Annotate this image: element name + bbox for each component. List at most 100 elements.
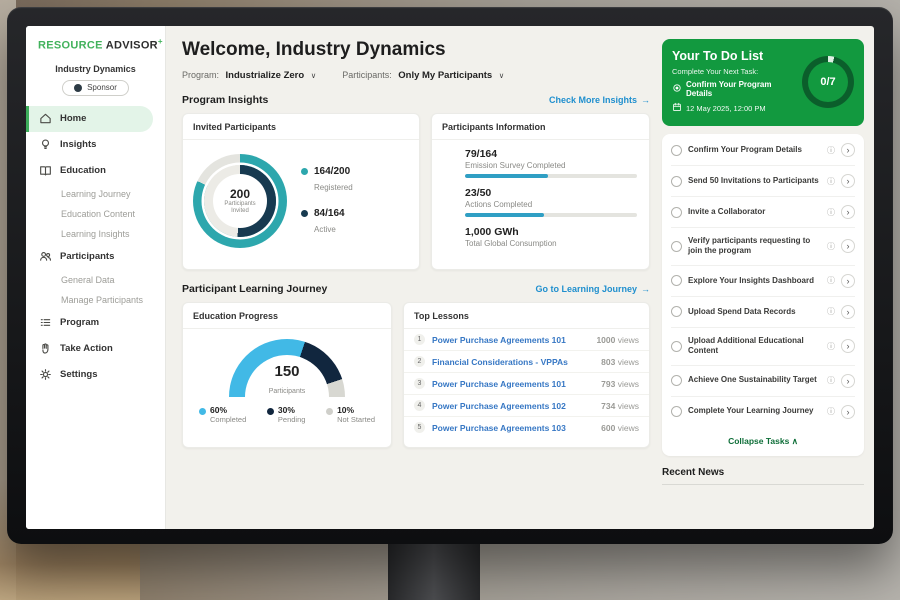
lesson-row[interactable]: 5 Power Purchase Agreements 103 600 view… [404, 417, 649, 438]
info-card-body: 79/164 Emission Survey Completed 23/50 A… [432, 140, 649, 256]
lesson-link[interactable]: Financial Considerations - VPPAs [432, 357, 594, 367]
program-insights-title: Program Insights [182, 94, 268, 106]
task-checkbox[interactable] [671, 341, 682, 352]
info-icon[interactable]: ⓘ [827, 406, 835, 417]
task-label: Upload Additional Educational Content [688, 336, 821, 357]
lesson-link[interactable]: Power Purchase Agreements 103 [432, 423, 594, 433]
participants-filter-dropdown[interactable]: Participants: Only My Participants ∨ [342, 70, 504, 81]
participants-information-card: Participants Information 79/164 Emission… [431, 113, 650, 270]
task-label: Send 50 Invitations to Participants [688, 176, 821, 186]
monitor-bezel: RESOURCE ADVISOR+ Industry Dynamics Spon… [7, 7, 893, 544]
info-icon[interactable]: ⓘ [827, 241, 835, 252]
lesson-link[interactable]: Power Purchase Agreements 102 [432, 401, 594, 411]
participants-filter-value: Only My Participants [398, 70, 492, 81]
task-checkbox[interactable] [671, 406, 682, 417]
go-to-learning-journey-link[interactable]: Go to Learning Journey → [535, 284, 650, 294]
recent-news-heading: Recent News [662, 467, 864, 485]
card-title: Top Lessons [404, 303, 649, 329]
sidebar-item-settings[interactable]: Settings [26, 362, 165, 388]
sidebar-item-learning-journey[interactable]: Learning Journey [26, 184, 165, 204]
task-label: Verify participants requesting to join t… [688, 236, 821, 257]
task-checkbox[interactable] [671, 375, 682, 386]
task-row-upload-spend-data[interactable]: Upload Spend Data Records ⓘ › [671, 297, 855, 328]
task-label: Complete Your Learning Journey [688, 406, 821, 416]
lesson-rank: 5 [414, 422, 425, 433]
todo-list-header-card: Your To Do List Complete Your Next Task:… [662, 39, 864, 126]
task-open-button[interactable]: › [841, 174, 855, 188]
legend-value: 164/200 [314, 166, 353, 177]
info-icon[interactable]: ⓘ [827, 207, 835, 218]
todo-title: Your To Do List [672, 49, 796, 63]
task-row-upload-educational-content[interactable]: Upload Additional Educational Content ⓘ … [671, 328, 855, 366]
task-checkbox[interactable] [671, 241, 682, 252]
task-open-button[interactable]: › [841, 405, 855, 419]
info-icon[interactable]: ⓘ [827, 341, 835, 352]
info-icon[interactable]: ⓘ [827, 306, 835, 317]
lesson-row[interactable]: 2 Financial Considerations - VPPAs 803 v… [404, 351, 649, 373]
lesson-views-value: 793 [601, 379, 615, 389]
sponsor-badge[interactable]: Sponsor [62, 80, 129, 96]
task-row-verify-participants[interactable]: Verify participants requesting to join t… [671, 228, 855, 266]
info-icon[interactable]: ⓘ [827, 176, 835, 187]
card-title: Education Progress [183, 303, 391, 329]
task-open-button[interactable]: › [841, 339, 855, 353]
lesson-row[interactable]: 4 Power Purchase Agreements 102 734 view… [404, 395, 649, 417]
task-checkbox[interactable] [671, 207, 682, 218]
clipboard-icon [444, 150, 457, 163]
task-open-button[interactable]: › [841, 205, 855, 219]
lesson-link[interactable]: Power Purchase Agreements 101 [432, 379, 594, 389]
sidebar-item-education-content[interactable]: Education Content [26, 204, 165, 224]
sidebar-item-take-action[interactable]: Take Action [26, 336, 165, 362]
insights-cards-row: Invited Participants 200 Participants In… [182, 113, 650, 270]
todo-progress-ring: 0/7 [802, 56, 854, 108]
invited-donut-chart: 200 Participants Invited [193, 154, 287, 248]
lesson-views-suffix: views [618, 401, 639, 411]
settings-icon [38, 368, 52, 382]
sidebar-item-label: Home [60, 113, 86, 124]
task-open-button[interactable]: › [841, 239, 855, 253]
sidebar-item-home[interactable]: Home [26, 106, 153, 132]
sidebar-item-education[interactable]: Education [26, 158, 165, 184]
card-title: Participants Information [432, 114, 649, 140]
task-checkbox[interactable] [671, 275, 682, 286]
sidebar-item-participants[interactable]: Participants [26, 244, 165, 270]
donut-center-label: 200 Participants Invited [213, 174, 267, 228]
task-checkbox[interactable] [671, 176, 682, 187]
calendar-icon [672, 102, 682, 114]
task-open-button[interactable]: › [841, 374, 855, 388]
sidebar-item-learning-insights[interactable]: Learning Insights [26, 224, 165, 244]
task-open-button[interactable]: › [841, 143, 855, 157]
task-open-button[interactable]: › [841, 274, 855, 288]
task-checkbox[interactable] [671, 306, 682, 317]
sidebar-item-program[interactable]: Program [26, 310, 165, 336]
program-insights-section-header: Program Insights Check More Insights → [182, 94, 650, 106]
task-row-invite-collaborator[interactable]: Invite a Collaborator ⓘ › [671, 197, 855, 228]
sidebar-item-insights[interactable]: Insights [26, 132, 165, 158]
task-row-send-invitations[interactable]: Send 50 Invitations to Participants ⓘ › [671, 166, 855, 197]
task-checkbox[interactable] [671, 145, 682, 156]
card-title: Invited Participants [183, 114, 419, 140]
program-filter-dropdown[interactable]: Program: Industrialize Zero ∨ [182, 70, 316, 81]
sidebar-item-general-data[interactable]: General Data [26, 270, 165, 290]
legend-label: Registered [314, 183, 353, 192]
task-row-achieve-sustainability-target[interactable]: Achieve One Sustainability Target ⓘ › [671, 366, 855, 397]
info-icon[interactable]: ⓘ [827, 275, 835, 286]
lesson-link[interactable]: Power Purchase Agreements 101 [432, 335, 589, 345]
legend-dot-completed [199, 408, 206, 415]
lesson-views-value: 1000 [596, 335, 615, 345]
collapse-tasks-button[interactable]: Collapse Tasks ∧ [671, 427, 855, 455]
info-value: 79/164 [465, 148, 637, 160]
lesson-row[interactable]: 3 Power Purchase Agreements 101 793 view… [404, 373, 649, 395]
chevron-up-icon: ∧ [792, 436, 798, 446]
check-more-insights-link[interactable]: Check More Insights → [549, 95, 650, 105]
task-row-confirm-program[interactable]: Confirm Your Program Details ⓘ › [671, 135, 855, 166]
sidebar-item-manage-participants[interactable]: Manage Participants [26, 290, 165, 310]
task-row-explore-insights[interactable]: Explore Your Insights Dashboard ⓘ › [671, 266, 855, 297]
info-icon[interactable]: ⓘ [827, 375, 835, 386]
page-title: Welcome, Industry Dynamics [182, 39, 650, 61]
task-open-button[interactable]: › [841, 305, 855, 319]
info-icon[interactable]: ⓘ [827, 145, 835, 156]
gauge-center-label: 150 Participants [229, 363, 345, 398]
lesson-row[interactable]: 1 Power Purchase Agreements 101 1000 vie… [404, 329, 649, 351]
task-row-complete-learning-journey[interactable]: Complete Your Learning Journey ⓘ › [671, 397, 855, 427]
